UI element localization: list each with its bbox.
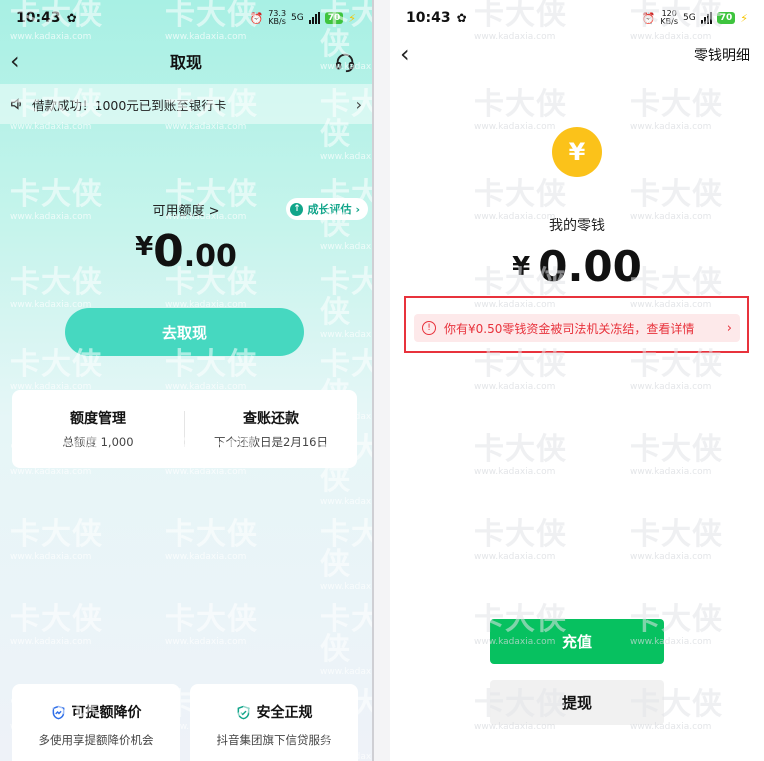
- coin-icon: ¥: [552, 127, 602, 177]
- chevron-right-icon: ›: [355, 202, 360, 216]
- wallet-label: 我的零钱: [549, 218, 605, 234]
- watermark: 卡大侠www.kadaxia.com: [320, 517, 372, 593]
- status-icons: ⏰ 120 KB/s 5G 70 ⚡: [642, 10, 748, 26]
- promo-raise-quota[interactable]: 可提额降价 多使用享提额降价机会: [12, 684, 180, 761]
- panel-gap: [374, 0, 390, 761]
- account-card: 额度管理 总额度 1,000 查账还款 下个还款日是2月16日: [12, 390, 357, 468]
- wallet-detail-screen: 10:43 ✿ ⏰ 120 KB/s 5G 70 ⚡ ‹ 零钱明细 ¥ 我的零钱 …: [390, 0, 764, 761]
- watermark: 卡大侠www.kadaxia.com: [10, 602, 103, 648]
- bill-repayment[interactable]: 查账还款 下个还款日是2月16日: [185, 408, 357, 450]
- shield-check-icon: [237, 705, 249, 719]
- status-time: 10:43: [16, 10, 61, 26]
- watermark: 卡大侠www.kadaxia.com: [474, 432, 567, 478]
- watermark: 卡大侠www.kadaxia.com: [165, 602, 258, 648]
- recharge-button[interactable]: 充值: [490, 619, 664, 664]
- screenshot-root: 10:43 ✿ ⏰ 73.3 KB/s 5G 70 ⚡ ‹ 取现 借款成功！10…: [0, 0, 764, 761]
- nav-bar: ‹ 取现: [0, 42, 372, 80]
- speaker-icon: [11, 98, 21, 110]
- trend-up-icon: [52, 705, 64, 719]
- customer-service-icon[interactable]: [334, 51, 356, 73]
- alarm-icon: ⏰: [641, 11, 656, 25]
- alarm-icon: ⏰: [249, 11, 264, 25]
- battery-icon: 70: [716, 12, 736, 24]
- nav-bar: ‹ 零钱明细: [390, 42, 764, 66]
- watermark: 卡大侠www.kadaxia.com: [474, 517, 567, 563]
- watermark: 卡大侠www.kadaxia.com: [630, 87, 723, 133]
- watermark: 卡大侠www.kadaxia.com: [630, 347, 723, 393]
- arrow-up-icon: ↑: [290, 202, 304, 216]
- status-bar: 10:43 ✿ ⏰ 73.3 KB/s 5G 70 ⚡: [0, 0, 372, 36]
- watermark: 卡大侠www.kadaxia.com: [10, 517, 103, 563]
- wechat-icon: ✿: [456, 11, 467, 25]
- battery-icon: 70: [324, 12, 344, 24]
- back-icon[interactable]: ‹: [10, 49, 20, 73]
- alert-text: 你有¥0.50零钱资金被司法机关冻结，查看详情: [444, 321, 695, 336]
- loan-withdraw-screen: 10:43 ✿ ⏰ 73.3 KB/s 5G 70 ⚡ ‹ 取现 借款成功！10…: [0, 0, 372, 761]
- wallet-balance: ¥0.00: [512, 242, 642, 291]
- go-withdraw-button[interactable]: 去取现: [65, 308, 304, 356]
- signal-icon: [308, 12, 320, 24]
- status-bar: 10:43 ✿ ⏰ 120 KB/s 5G 70 ⚡: [390, 0, 764, 36]
- available-amount: ¥0.00: [135, 226, 237, 277]
- watermark: 卡大侠www.kadaxia.com: [10, 347, 103, 393]
- wechat-icon: ✿: [66, 11, 77, 25]
- net-speed: 73.3 KB/s: [268, 9, 287, 26]
- frozen-funds-alert[interactable]: ! 你有¥0.50零钱资金被司法机关冻结，查看详情 ›: [414, 314, 740, 342]
- watermark: 卡大侠www.kadaxia.com: [320, 265, 372, 341]
- watermark: 卡大侠www.kadaxia.com: [630, 517, 723, 563]
- watermark: 卡大侠www.kadaxia.com: [165, 347, 258, 393]
- charging-icon: ⚡: [740, 11, 748, 25]
- watermark: 卡大侠www.kadaxia.com: [474, 347, 567, 393]
- chevron-right-icon: ›: [726, 320, 732, 336]
- withdraw-button[interactable]: 提现: [490, 680, 664, 725]
- growth-label: 成长评估: [307, 203, 352, 216]
- notice-text: 借款成功！1000元已到账至银行卡: [32, 97, 227, 113]
- promo-safe[interactable]: 安全正规 抖音集团旗下信贷服务: [190, 684, 358, 761]
- watermark: 卡大侠www.kadaxia.com: [165, 517, 258, 563]
- signal-label: 5G: [683, 13, 696, 23]
- wallet-detail-link[interactable]: 零钱明细: [694, 45, 750, 65]
- signal-label: 5G: [291, 13, 304, 23]
- back-icon[interactable]: ‹: [400, 42, 410, 66]
- charging-icon: ⚡: [348, 11, 356, 25]
- page-title: 取现: [169, 53, 202, 72]
- status-icons: ⏰ 73.3 KB/s 5G 70 ⚡: [250, 10, 356, 26]
- status-time: 10:43: [406, 10, 451, 26]
- quota-management[interactable]: 额度管理 总额度 1,000: [12, 408, 184, 450]
- watermark: 卡大侠www.kadaxia.com: [474, 87, 567, 133]
- signal-icon: [700, 12, 712, 24]
- chevron-right-icon: ›: [355, 94, 362, 114]
- alert-icon: !: [422, 321, 436, 335]
- watermark: 卡大侠www.kadaxia.com: [630, 432, 723, 478]
- watermark: 卡大侠www.kadaxia.com: [320, 602, 372, 678]
- net-speed: 120 KB/s: [660, 9, 679, 26]
- growth-evaluation-button[interactable]: ↑ 成长评估 ›: [286, 198, 368, 220]
- loan-notice-bar[interactable]: 借款成功！1000元已到账至银行卡 ›: [0, 84, 372, 124]
